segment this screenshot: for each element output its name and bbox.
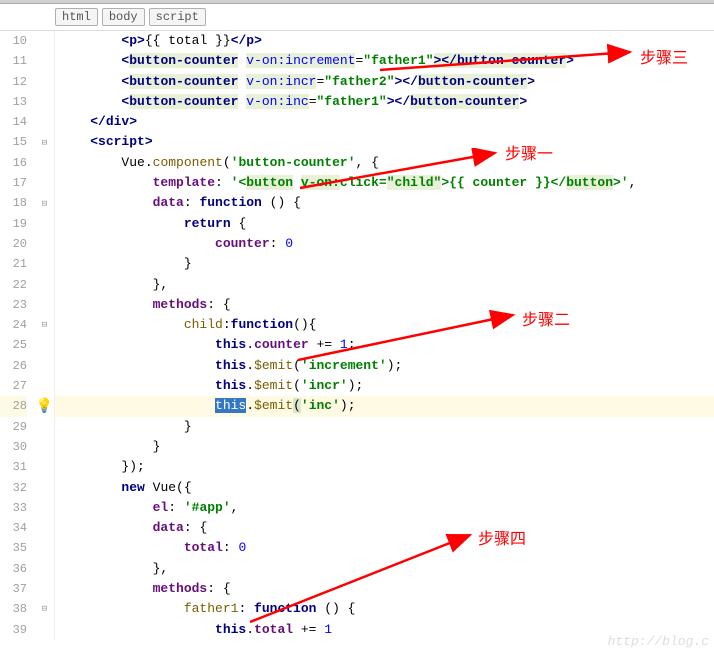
code-line: <button-counter v-on:incr="father2"></bu… — [55, 72, 714, 92]
code-line: } — [55, 254, 714, 274]
code-line: data: { — [55, 518, 714, 538]
code-line: template: '<button v-on:click="child">{{… — [55, 173, 714, 193]
code-line: return { — [55, 214, 714, 234]
code-line: this.$emit('incr'); — [55, 376, 714, 396]
code-line: } — [55, 437, 714, 457]
code-line: <p>{{ total }}</p> — [55, 31, 714, 51]
breadcrumb-body[interactable]: body — [102, 8, 145, 26]
code-line: el: '#app', — [55, 498, 714, 518]
code-line: Vue.component('button-counter', { — [55, 153, 714, 173]
code-line: this.counter += 1; — [55, 335, 714, 355]
line-gutter: 1011121314151617181920212223242526272829… — [0, 31, 35, 640]
code-line: <script> — [55, 132, 714, 152]
code-line: }); — [55, 457, 714, 477]
code-line: <button-counter v-on:inc="father1"></but… — [55, 92, 714, 112]
breadcrumb-script[interactable]: script — [149, 8, 206, 26]
code-line: father1: function () { — [55, 599, 714, 619]
code-line: child:function(){ — [55, 315, 714, 335]
code-line: methods: { — [55, 295, 714, 315]
code-line: <button-counter v-on:increment="father1"… — [55, 51, 714, 71]
bulb-icon[interactable]: 💡 — [36, 398, 53, 415]
breadcrumb: html body script — [0, 4, 714, 31]
code-line: methods: { — [55, 579, 714, 599]
fold-icon[interactable]: ⊟ — [42, 138, 47, 148]
code-line: new Vue({ — [55, 478, 714, 498]
code-line-current: this.$emit('inc'); — [55, 396, 714, 416]
fold-icon[interactable]: ⊟ — [42, 604, 47, 614]
fold-markers: ⊟ ⊟ ⊟ 💡 ⊟ — [35, 31, 55, 640]
code-line: counter: 0 — [55, 234, 714, 254]
code-line: data: function () { — [55, 193, 714, 213]
code-editor[interactable]: 1011121314151617181920212223242526272829… — [0, 31, 714, 640]
code-line: } — [55, 417, 714, 437]
code-line: total: 0 — [55, 538, 714, 558]
watermark: http://blog.c — [608, 634, 709, 649]
fold-icon[interactable]: ⊟ — [42, 320, 47, 330]
code-area[interactable]: <p>{{ total }}</p> <button-counter v-on:… — [55, 31, 714, 640]
code-line: }, — [55, 275, 714, 295]
code-line: this.$emit('increment'); — [55, 356, 714, 376]
fold-icon[interactable]: ⊟ — [42, 199, 47, 209]
code-line: }, — [55, 559, 714, 579]
breadcrumb-html[interactable]: html — [55, 8, 98, 26]
code-line: </div> — [55, 112, 714, 132]
